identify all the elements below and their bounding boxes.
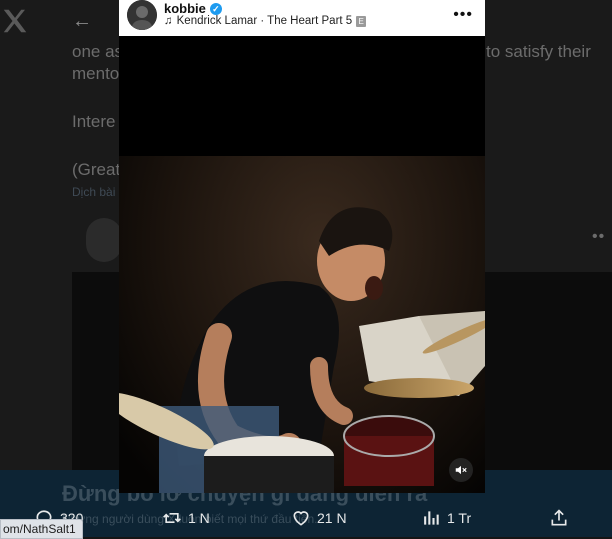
heart-icon	[293, 511, 309, 526]
like-button[interactable]: 21 N	[291, 508, 347, 528]
tweet-action-bar: 320 1 N 21 N 1 Tr	[0, 500, 612, 537]
song-info[interactable]: ♫ Kendrick Lamar · The Heart Part 5 E	[164, 15, 367, 27]
music-note-icon: ♫	[164, 15, 173, 27]
user-avatar[interactable]	[127, 0, 157, 30]
x-logo-icon[interactable]	[0, 6, 30, 36]
verified-badge-icon: ✓	[209, 2, 222, 15]
video-card[interactable]: kobbie ✓ ♫ Kendrick Lamar · The Heart Pa…	[119, 0, 485, 493]
repost-icon	[163, 513, 181, 523]
like-count: 21 N	[317, 510, 347, 526]
views-count: 1 Tr	[447, 510, 472, 526]
share-button[interactable]	[549, 508, 569, 528]
bg-text-line-1-right: to satisfy their	[486, 42, 591, 61]
views-button[interactable]: 1 Tr	[421, 508, 471, 528]
back-arrow-icon[interactable]: ←	[72, 10, 92, 33]
bg-text-line-1: one as	[72, 42, 124, 61]
explicit-badge: E	[356, 15, 367, 27]
muted-speaker-icon	[455, 465, 467, 475]
video-card-header: kobbie ✓ ♫ Kendrick Lamar · The Heart Pa…	[119, 0, 485, 36]
username-text: kobbie	[164, 1, 206, 16]
repost-count: 1 N	[188, 510, 210, 526]
song-title: Kendrick Lamar · The Heart Part 5	[176, 15, 353, 27]
bg-text-line-2: mento	[72, 64, 120, 83]
translate-link[interactable]: Dịch bài	[72, 185, 115, 199]
username[interactable]: kobbie ✓	[164, 1, 222, 16]
views-chart-icon	[424, 511, 439, 525]
repost-button[interactable]: 1 N	[162, 508, 210, 528]
share-icon	[551, 509, 567, 526]
more-options-icon[interactable]: •••	[453, 6, 473, 24]
status-bar-url: om/NathSalt1	[0, 519, 83, 539]
video-frame-drummer[interactable]	[119, 36, 485, 493]
bg-avatar	[86, 218, 122, 262]
bg-more-icon[interactable]: ••	[592, 228, 605, 246]
bg-text-line-4: (Great	[72, 160, 121, 179]
bg-text-line-3: Intere	[72, 112, 116, 131]
mute-button[interactable]	[449, 458, 473, 482]
